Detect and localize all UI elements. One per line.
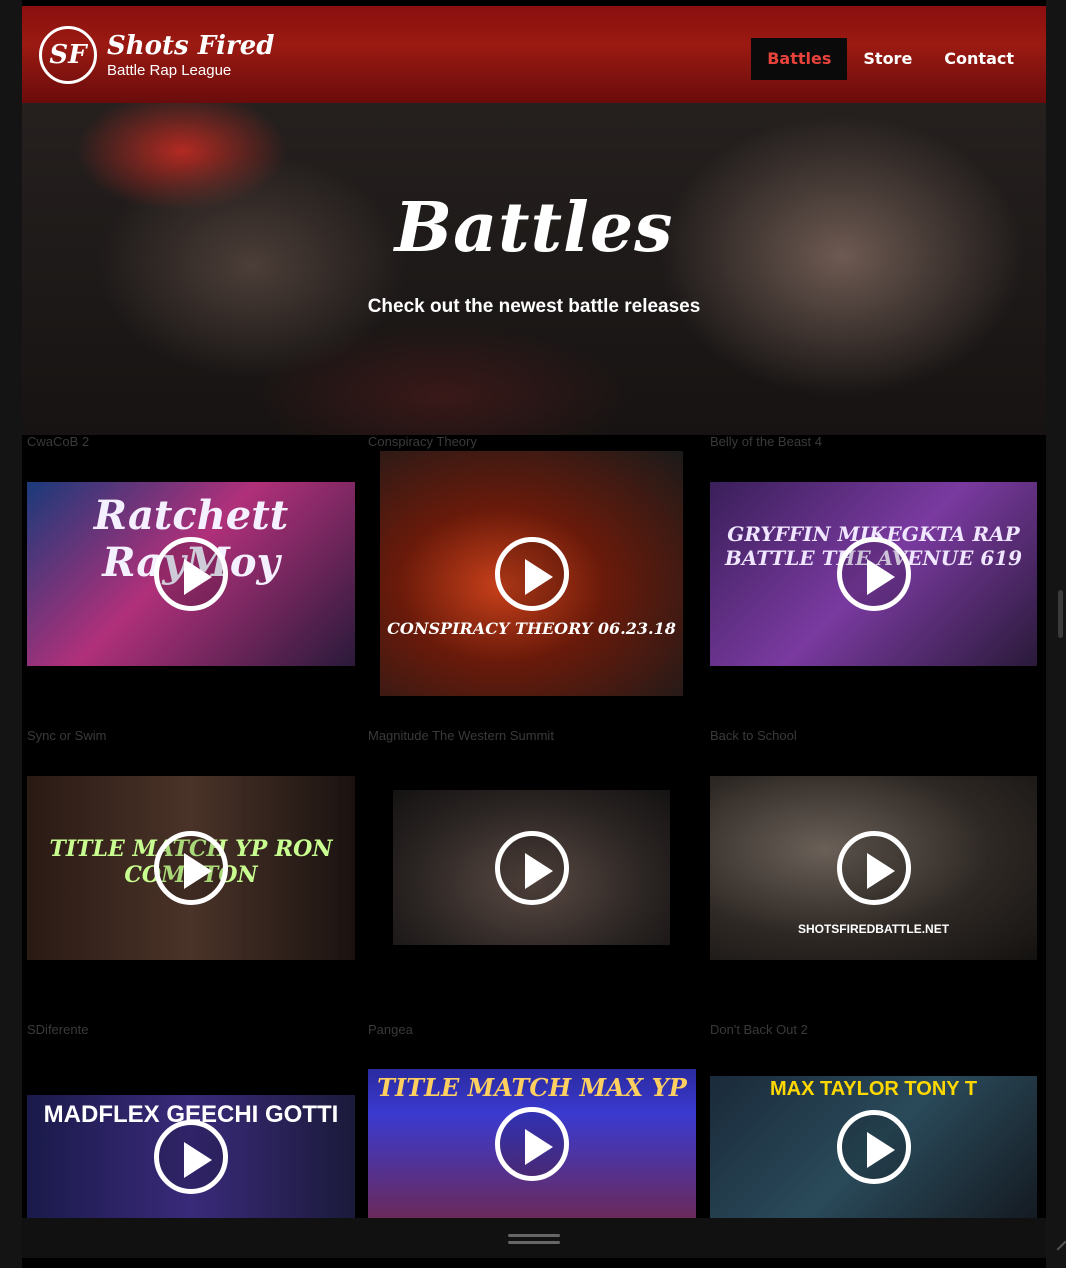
nav-battles[interactable]: Battles xyxy=(751,38,848,80)
menu-handle-icon[interactable] xyxy=(508,1234,560,1248)
battle-title: Pangea xyxy=(368,1022,413,1037)
resize-handle-icon[interactable] xyxy=(1049,1233,1066,1251)
play-icon[interactable] xyxy=(836,537,911,611)
nav-contact[interactable]: Contact xyxy=(928,38,1030,80)
battle-title: Sync or Swim xyxy=(27,728,107,743)
battle-title: Back to School xyxy=(710,728,797,743)
video-thumbnail[interactable]: TITLE MATCH YP RON COMPTON xyxy=(27,776,355,960)
battle-title: CwaCoB 2 xyxy=(27,434,90,449)
logo-badge: SF xyxy=(39,26,97,84)
thumbnail-caption: TITLE MATCH MAX YP xyxy=(377,1073,687,1102)
battle-title: SDiferente xyxy=(27,1022,89,1037)
scrollbar[interactable] xyxy=(1058,590,1063,638)
play-icon[interactable] xyxy=(836,1110,911,1184)
logo-subtitle: Battle Rap League xyxy=(107,61,232,79)
video-thumbnail[interactable]: MADFLEX GEECHI GOTTI xyxy=(27,1095,355,1218)
thumbnail-caption: CONSPIRACY THEORY 06.23.18 xyxy=(387,619,676,638)
video-thumbnail[interactable] xyxy=(393,790,670,945)
battle-title: Magnitude The Western Summit xyxy=(368,728,554,743)
page-subtitle: Check out the newest battle releases xyxy=(367,296,701,317)
video-thumbnail[interactable]: GRYFFIN MIKEGKTA RAP BATTLE THE AVENUE 6… xyxy=(710,482,1037,666)
video-thumbnail[interactable]: Ratchett RayMoy xyxy=(27,482,355,666)
video-thumbnail[interactable]: SHOTSFIREDBATTLE.NET xyxy=(710,776,1037,960)
battle-title: Don't Back Out 2 xyxy=(710,1022,808,1037)
play-icon[interactable] xyxy=(154,1119,228,1194)
logo-title: Shots Fired xyxy=(107,30,275,61)
thumbnail-caption: SHOTSFIREDBATTLE.NET xyxy=(797,922,950,936)
nav-store[interactable]: Store xyxy=(847,38,928,80)
bottom-bar xyxy=(22,1218,1046,1258)
video-thumbnail[interactable]: MAX TAYLOR TONY T xyxy=(710,1076,1037,1218)
play-icon[interactable] xyxy=(836,831,911,905)
play-icon[interactable] xyxy=(494,536,569,611)
play-icon[interactable] xyxy=(494,830,569,905)
play-icon[interactable] xyxy=(495,1106,569,1181)
site-logo[interactable]: SF Shots Fired Battle Rap League xyxy=(39,26,274,84)
play-icon[interactable] xyxy=(154,831,228,905)
main-menu: Battles Store Contact xyxy=(751,38,1030,80)
battle-title: Conspiracy Theory xyxy=(368,434,477,449)
play-icon[interactable] xyxy=(154,537,228,611)
video-thumbnail[interactable]: TITLE MATCH MAX YP xyxy=(368,1069,696,1218)
top-nav: SF Shots Fired Battle Rap League Battles… xyxy=(22,6,1046,103)
video-thumbnail[interactable]: CONSPIRACY THEORY 06.23.18 xyxy=(380,451,683,696)
thumbnail-caption: MAX TAYLOR TONY T xyxy=(769,1078,978,1100)
page-title: Battles xyxy=(394,188,674,268)
battle-title: Belly of the Beast 4 xyxy=(710,434,823,449)
